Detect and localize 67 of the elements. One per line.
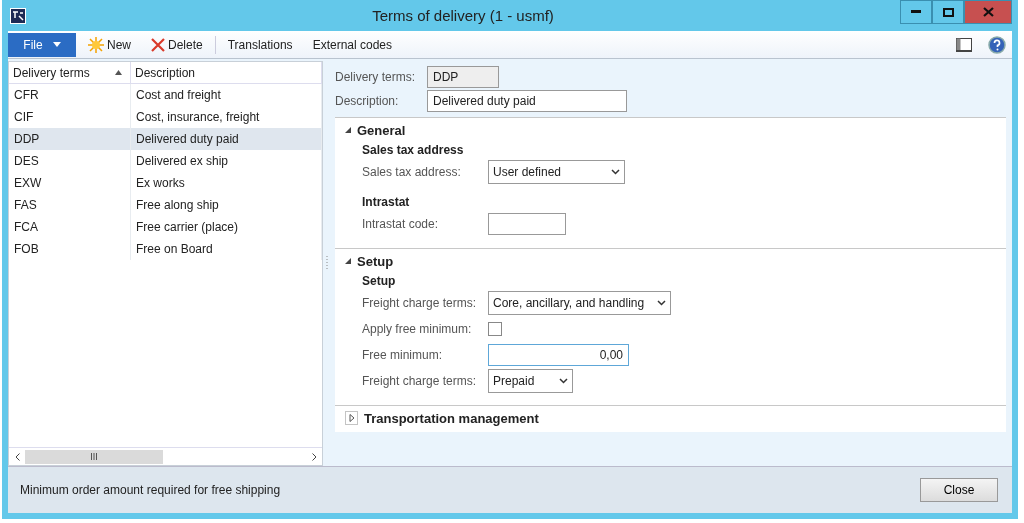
table-cell[interactable]: DES (9, 150, 131, 172)
close-icon (982, 7, 994, 17)
expand-icon[interactable] (345, 411, 358, 425)
table-cell[interactable]: Free along ship (131, 194, 322, 216)
maximize-icon (942, 7, 954, 17)
group-title: Setup (361, 273, 397, 290)
scrollbar-thumb[interactable] (25, 449, 163, 464)
section-title[interactable]: Transportation management (364, 410, 539, 426)
field-label: Free minimum: (362, 348, 443, 362)
collapse-icon[interactable] (345, 258, 351, 264)
field-label: Sales tax address: (362, 165, 462, 179)
dropdown-caret-icon (559, 378, 568, 384)
text-field[interactable] (488, 213, 566, 235)
sun-icon (88, 36, 104, 53)
dropdown-caret-icon (611, 169, 620, 175)
status-text: Minimum order amount required for free shipping (20, 483, 281, 497)
close-button[interactable] (964, 0, 1012, 24)
table-cell[interactable]: FCA (9, 216, 131, 238)
app-icon (10, 7, 26, 24)
table-cell[interactable]: DDP (9, 128, 131, 150)
table-cell[interactable]: Ex works (131, 172, 322, 194)
table-cell[interactable]: Free on Board (131, 238, 322, 260)
table-cell[interactable]: Delivered ex ship (131, 150, 322, 172)
dropdown-caret-icon (657, 300, 666, 306)
checkbox[interactable] (488, 322, 502, 336)
group-title: Intrastat (361, 194, 411, 211)
window-title: Terms of delivery (1 - usmf) (371, 7, 555, 24)
help-icon[interactable] (988, 35, 1006, 54)
table-cell[interactable]: FAS (9, 194, 131, 216)
field-label: Description: (335, 94, 400, 108)
toolbar-button[interactable]: Delete (143, 33, 211, 56)
toolbar-button[interactable]: New (80, 33, 139, 56)
table-cell[interactable]: Cost and freight (131, 84, 322, 106)
description-field[interactable]: Delivered duty paid (427, 90, 627, 112)
field-label: Intrastat code: (362, 217, 440, 231)
field-label: Delivery terms: (335, 70, 416, 84)
table-cell[interactable]: Free carrier (place) (131, 216, 322, 238)
column-header[interactable]: Description (131, 62, 322, 84)
maximize-button[interactable] (932, 0, 964, 24)
caret-icon (52, 42, 61, 47)
field-label: Freight charge terms: (362, 374, 478, 388)
dropdown[interactable]: User defined (488, 160, 625, 184)
section-title[interactable]: General (357, 122, 406, 138)
dropdown[interactable]: Prepaid (488, 369, 573, 393)
field-label: Apply free minimum: (362, 322, 473, 336)
close-button[interactable]: Close (920, 478, 998, 502)
minimize-button[interactable] (900, 0, 932, 24)
delivery-terms-field[interactable]: DDP (427, 66, 499, 88)
collapse-icon[interactable] (345, 127, 351, 133)
table-cell[interactable]: Delivered duty paid (131, 128, 322, 150)
dropdown[interactable]: Core, ancillary, and handling (488, 291, 671, 315)
delete-icon (151, 37, 165, 52)
panel-layout-icon[interactable] (956, 37, 972, 52)
table-cell[interactable]: EXW (9, 172, 131, 194)
number-field[interactable]: 0,00 (488, 344, 629, 366)
section-title[interactable]: Setup (357, 253, 394, 269)
sort-ascending-icon (115, 70, 122, 75)
group-title: Sales tax address (361, 142, 465, 159)
toolbar-button[interactable]: Translations (219, 33, 301, 56)
table-cell[interactable]: FOB (9, 238, 131, 260)
splitter-handle-icon[interactable] (326, 255, 328, 270)
minimize-icon (911, 10, 921, 14)
toolbar-button[interactable]: External codes (304, 33, 400, 56)
file-menu-button[interactable]: File (8, 32, 76, 57)
column-header[interactable]: Delivery terms (9, 62, 131, 84)
field-label: Freight charge terms: (362, 296, 478, 310)
table-cell[interactable]: CFR (9, 84, 131, 106)
